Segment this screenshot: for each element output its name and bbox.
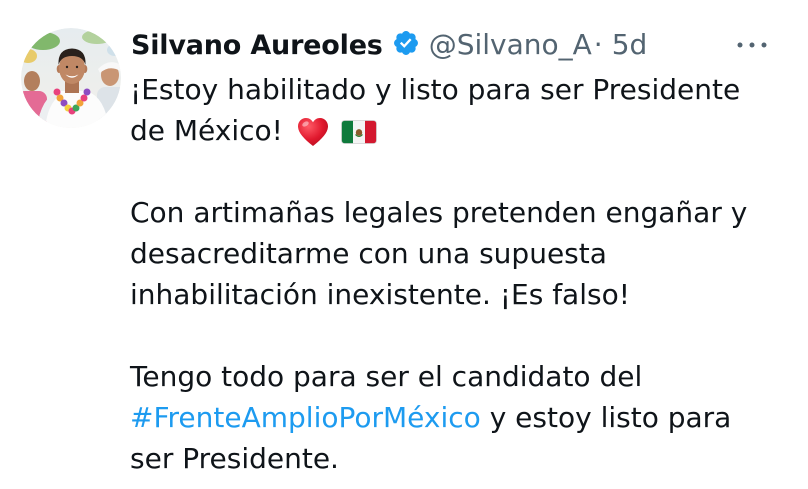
heart-emoji xyxy=(297,118,328,146)
more-horizontal-icon[interactable] xyxy=(734,27,770,63)
tweet-paragraph: Tengo todo para ser el candidato del #Fr… xyxy=(130,356,747,479)
tweet-text-segment: de México! xyxy=(130,114,283,147)
tweet-text-segment: Tengo todo para ser el candidato del xyxy=(130,360,643,393)
hashtag-link[interactable]: #FrenteAmplioPorMéxico xyxy=(130,401,481,434)
tweet-text-line: desacreditarme con una supuesta xyxy=(130,233,747,274)
avatar-photo xyxy=(21,28,121,128)
tweet-text-segment: ser Presidente. xyxy=(130,442,339,475)
tweet-text-segment: ¡Estoy habilitado y listo para ser Presi… xyxy=(130,73,741,106)
header-separator: · xyxy=(593,28,603,61)
tweet-text-line: Tengo todo para ser el candidato del xyxy=(130,356,747,397)
tweet-text-line: #FrenteAmplioPorMéxico y estoy listo par… xyxy=(130,397,747,438)
tweet-text-line: inhabilitación inexistente. ¡Es falso! xyxy=(130,274,747,315)
tweet-text-line: ¡Estoy habilitado y listo para ser Presi… xyxy=(130,69,747,110)
tweet-text-segment: Con artimañas legales pretenden engañar … xyxy=(130,196,748,229)
tweet-timestamp[interactable]: 5d xyxy=(612,28,648,61)
tweet-text-line: de México! xyxy=(130,110,747,151)
tweet-text-segment: y estoy listo para xyxy=(480,401,732,434)
tweet-paragraph: ¡Estoy habilitado y listo para ser Presi… xyxy=(130,69,747,151)
tweet-card[interactable]: Silvano Aureoles @Silvano_A· 5d ¡Estoy hab… xyxy=(0,0,808,489)
author-avatar[interactable] xyxy=(21,28,121,128)
tweet-header: Silvano Aureoles @Silvano_A· 5d xyxy=(131,27,647,63)
tweet-text: ¡Estoy habilitado y listo para ser Presi… xyxy=(130,69,747,479)
author-handle[interactable]: @Silvano_A xyxy=(429,28,592,61)
tweet-paragraph: Con artimañas legales pretenden engañar … xyxy=(130,192,747,315)
tweet-text-segment: desacreditarme con una supuesta xyxy=(130,237,607,270)
verified-badge-icon[interactable] xyxy=(392,29,420,57)
tweet-text-line: Con artimañas legales pretenden engañar … xyxy=(130,192,747,233)
tweet-text-line: ser Presidente. xyxy=(130,438,747,479)
tweet-text-segment: inhabilitación inexistente. ¡Es falso! xyxy=(130,278,630,311)
mexico-flag-emoji xyxy=(341,120,377,144)
author-name[interactable]: Silvano Aureoles xyxy=(131,30,383,61)
